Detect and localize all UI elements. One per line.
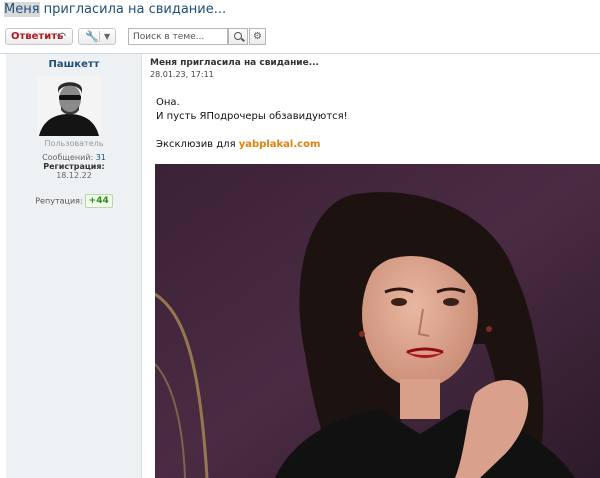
reputation-badge[interactable]: +44 xyxy=(84,194,113,208)
topic-toolbar: Ответить ↶ 🔧 ▼ ⚙ xyxy=(5,28,595,46)
topic-title: Меня пригласила на свидание... xyxy=(4,2,226,17)
post-exclusive: Эксклюзив для yabplakal.com xyxy=(156,138,348,152)
post-line-1: Она. xyxy=(156,97,180,108)
author-username[interactable]: Пашкетт xyxy=(6,59,142,70)
reply-button[interactable]: Ответить ↶ xyxy=(5,28,73,45)
post-title: Меня пригласила на свидание... xyxy=(150,58,319,68)
topic-title-rest: пригласила на свидание... xyxy=(39,2,227,17)
avatar[interactable] xyxy=(37,76,101,136)
reply-button-label: Ответить xyxy=(11,31,64,42)
reply-arrow-icon: ↶ xyxy=(56,30,66,43)
post-body: Она. И пусть ЯПодрочеры обзавидуются! Эк… xyxy=(156,96,348,152)
topic-title-highlight: Меня xyxy=(4,2,40,17)
post-photo[interactable] xyxy=(155,164,600,478)
topic-tools-button[interactable]: 🔧 ▼ xyxy=(78,28,116,45)
messages-label: Сообщений: xyxy=(42,153,94,162)
messages-count[interactable]: 31 xyxy=(96,153,106,162)
reputation-label: Репутация: xyxy=(35,196,83,206)
settings-button[interactable]: ⚙ xyxy=(249,28,266,45)
exclusive-prefix: Эксклюзив для xyxy=(156,139,239,150)
registration-date: 18.12.22 xyxy=(56,171,92,180)
search-icon-handle xyxy=(241,37,245,42)
search-button[interactable] xyxy=(228,28,248,45)
site-link[interactable]: yabplakal.com xyxy=(239,139,321,150)
wrench-icon: 🔧 xyxy=(85,30,99,43)
author-reputation: Репутация: +44 xyxy=(6,194,142,208)
author-role: Пользователь xyxy=(44,139,104,148)
post-line-2: И пусть ЯПодрочеры обзавидуются! xyxy=(156,111,348,122)
registration-label: Регистрация: xyxy=(6,162,142,171)
registration-label-text: Регистрация: xyxy=(43,162,105,171)
author-messages: Сообщений: 31 xyxy=(6,153,142,162)
post-date[interactable]: 28.01.23, 17:11 xyxy=(150,70,214,79)
chevron-down-icon: ▼ xyxy=(104,32,111,41)
button-separator xyxy=(99,31,100,42)
author-sidebar: Пашкетт Пользователь Сообщений: 31 Регис… xyxy=(6,54,142,478)
gear-icon: ⚙ xyxy=(253,31,262,42)
search-input[interactable] xyxy=(128,28,228,45)
